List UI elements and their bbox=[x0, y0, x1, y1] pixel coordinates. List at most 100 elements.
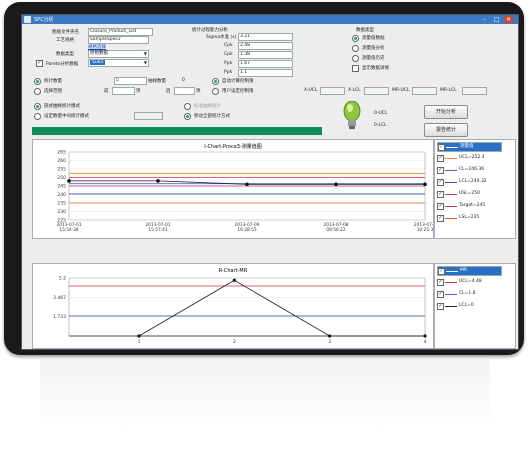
capability-value-0[interactable]: 3.21 bbox=[238, 33, 293, 41]
x-tick-label: 10:25:3 bbox=[417, 227, 433, 233]
data-point bbox=[67, 179, 71, 183]
mode-count-input[interactable] bbox=[134, 112, 163, 120]
legend-line-icon bbox=[445, 182, 457, 183]
capability-label-2: Cpk bbox=[224, 52, 233, 57]
x-tick-label: 09:56:22 bbox=[326, 227, 346, 233]
legend-item-ucl[interactable]: ✓ UCL=252.4 bbox=[437, 154, 499, 162]
data-source-title: 数据类型 bbox=[356, 28, 374, 33]
range-to-input[interactable] bbox=[174, 87, 195, 95]
y-tick-label: 240 bbox=[57, 192, 66, 198]
capability-title: 统计过程能力分析 bbox=[192, 28, 228, 33]
range-from-input[interactable] bbox=[112, 87, 135, 95]
user-limits-radio[interactable] bbox=[212, 88, 219, 95]
device-reflection bbox=[40, 358, 490, 428]
y-tick-label: 1.733 bbox=[53, 314, 66, 320]
data-type-select[interactable]: 原始数据 ▼ bbox=[88, 50, 149, 58]
file-input[interactable]: Closure_Product_List bbox=[88, 28, 153, 36]
source-option-1-radio[interactable] bbox=[352, 45, 359, 52]
mode-option-4-label: 移动全部统计方式 bbox=[194, 114, 230, 119]
x-ucl-input[interactable] bbox=[320, 87, 345, 95]
minimize-button[interactable]: – bbox=[480, 16, 489, 23]
process-input[interactable]: SampleSpec2 bbox=[88, 36, 149, 44]
legend-check-icon: ✓ bbox=[438, 144, 445, 151]
data-point bbox=[423, 182, 427, 187]
stat-count-radio[interactable] bbox=[34, 78, 41, 85]
data-point bbox=[245, 182, 249, 187]
chart-title: R-Chart-MR bbox=[219, 268, 248, 274]
capability-value-3[interactable]: 1.67 bbox=[238, 60, 293, 68]
range-radio[interactable] bbox=[34, 88, 41, 95]
legend-label: MR bbox=[460, 268, 468, 273]
legend-line-icon bbox=[445, 158, 457, 159]
x-tick-label: 1 bbox=[138, 339, 141, 345]
legend-item-mr-cl[interactable]: ✓ CL=1.8 bbox=[437, 290, 499, 298]
capability-value-4[interactable]: 1.1 bbox=[238, 69, 293, 77]
mode-option-2-label: 设定数量中间统计模式 bbox=[44, 114, 89, 119]
source-option-0-radio[interactable] bbox=[352, 35, 359, 42]
sub-value: Sub1 bbox=[90, 60, 106, 65]
mr-lcl-input[interactable] bbox=[462, 87, 487, 95]
legend-item-usl[interactable]: ✓ USL=250 bbox=[437, 190, 499, 198]
y-tick-label: 230 bbox=[57, 209, 66, 215]
mr-ucl-input[interactable] bbox=[412, 87, 437, 95]
legend-item-mr[interactable]: ✓ MR bbox=[437, 266, 502, 276]
legend-label: UCL=4.48 bbox=[459, 279, 482, 284]
legend-item-target[interactable]: ✓ Target=245 bbox=[437, 202, 499, 210]
legend-item-mr-lcl[interactable]: ✓ LCL=0 bbox=[437, 302, 499, 310]
report-button[interactable]: 报告统计 bbox=[424, 123, 468, 137]
show-detail-checkbox[interactable] bbox=[352, 65, 359, 72]
app-logo-icon bbox=[24, 16, 31, 23]
legend-item-lsl[interactable]: ✓ LSL=235 bbox=[437, 214, 499, 222]
legend-line-icon bbox=[445, 306, 457, 307]
mode-option-3-radio[interactable] bbox=[184, 103, 191, 110]
legend-item-cl[interactable]: ✓ CL=246.36 bbox=[437, 166, 499, 174]
capability-value-2[interactable]: 1.38 bbox=[238, 51, 293, 59]
legend-label: LCL=240.32 bbox=[459, 179, 487, 184]
data-point bbox=[334, 182, 338, 187]
capability-label-4: Ppk bbox=[224, 70, 233, 75]
mode-option-4-radio[interactable] bbox=[184, 113, 191, 120]
source-option-2-label: 测量值历史 bbox=[362, 56, 385, 61]
y-tick-label: 245 bbox=[57, 184, 66, 190]
auto-limits-radio[interactable] bbox=[212, 78, 219, 85]
legend-label: LCL=0 bbox=[459, 303, 474, 308]
legend-item-lcl[interactable]: ✓ LCL=240.32 bbox=[437, 178, 499, 186]
legend-item-measured[interactable]: ✓ 测量值 bbox=[437, 142, 502, 152]
sub-select[interactable]: Sub1 ▼ bbox=[88, 59, 149, 67]
x-ucl-label: X-UCL bbox=[304, 88, 318, 93]
source-option-2-radio[interactable] bbox=[352, 55, 359, 62]
legend-line-icon bbox=[445, 170, 457, 171]
zero-lcl-label: 0-LCL bbox=[374, 123, 387, 128]
legend-check-icon: ✓ bbox=[437, 167, 444, 174]
legend-label: UCL=252.4 bbox=[459, 155, 485, 160]
stat-count-input[interactable]: 5 bbox=[114, 77, 147, 85]
legend-check-icon: ✓ bbox=[437, 215, 444, 222]
legend-label: USL=250 bbox=[459, 191, 481, 196]
maximize-button[interactable]: □ bbox=[492, 16, 501, 23]
file-label: 图纸文件夹名 bbox=[52, 30, 79, 35]
legend-item-mr-ucl[interactable]: ✓ UCL=4.48 bbox=[437, 278, 499, 286]
start-analysis-button[interactable]: 开始分析 bbox=[424, 105, 468, 119]
capability-value-1[interactable]: 2.48 bbox=[238, 42, 293, 50]
x-tick-label: 16:28:55 bbox=[237, 227, 257, 233]
range-unit-2: 项 bbox=[196, 89, 201, 94]
close-button[interactable]: ✕ bbox=[504, 16, 513, 23]
data-point bbox=[423, 334, 427, 338]
legend-line-icon bbox=[445, 206, 457, 207]
auto-limits-label: 自动计算控制限 bbox=[222, 79, 254, 84]
mode-option-2-radio[interactable] bbox=[34, 113, 41, 120]
zero-ucl-label: 0-UCL bbox=[374, 111, 388, 116]
range-to-label: 后 bbox=[166, 89, 171, 94]
process-label: 工艺规格 bbox=[56, 38, 74, 43]
legend-check-icon: ✓ bbox=[437, 303, 444, 310]
legend-line-icon bbox=[445, 294, 457, 295]
pareto-label: Pareto分析数据 bbox=[46, 62, 79, 67]
chevron-down-icon: ▼ bbox=[143, 60, 147, 65]
x-lcl-input[interactable] bbox=[364, 87, 389, 95]
capability-label-3: Ppk bbox=[224, 61, 233, 66]
mode-option-1-radio[interactable] bbox=[34, 103, 41, 110]
pareto-checkbox[interactable]: ✓ bbox=[36, 60, 43, 67]
y-tick-label: 255 bbox=[57, 167, 66, 173]
source-option-0-label: 测量值数据 bbox=[362, 36, 385, 41]
user-limits-label: 用户设定控制限 bbox=[222, 89, 254, 94]
